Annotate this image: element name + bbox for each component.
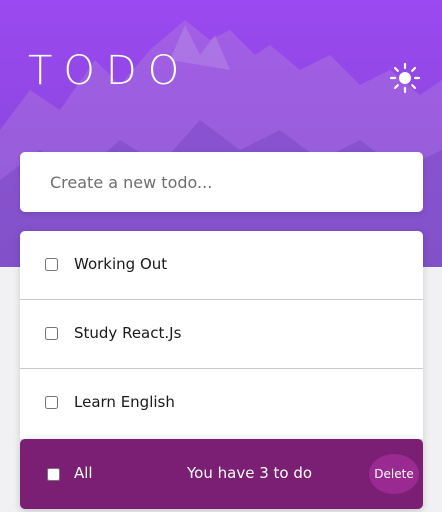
todo-checkbox[interactable] xyxy=(45,396,58,409)
header-banner: TODO xyxy=(0,0,442,267)
todo-item: Working Out xyxy=(20,231,423,300)
todo-list: Working Out Study React.Js Learn English xyxy=(20,231,423,439)
todo-item: Study React.Js xyxy=(20,300,423,369)
todo-label: Learn English xyxy=(74,393,175,411)
new-todo-box xyxy=(20,152,423,212)
theme-toggle-button[interactable] xyxy=(389,62,421,94)
todo-label: Working Out xyxy=(74,255,168,273)
todo-count-text: You have 3 to do xyxy=(187,464,313,482)
sun-icon xyxy=(389,62,421,94)
todo-checkbox[interactable] xyxy=(45,258,58,271)
todo-footer: All You have 3 to do Delete xyxy=(20,439,423,509)
page-title: TODO xyxy=(28,48,191,94)
new-todo-input[interactable] xyxy=(50,166,400,198)
mountain-background-image xyxy=(0,20,442,267)
todo-checkbox[interactable] xyxy=(45,327,58,340)
todo-label: Study React.Js xyxy=(74,324,182,342)
delete-button[interactable]: Delete xyxy=(369,454,419,494)
select-all-checkbox[interactable] xyxy=(47,468,60,481)
select-all-label: All xyxy=(74,464,93,482)
todo-item: Learn English xyxy=(20,369,423,438)
